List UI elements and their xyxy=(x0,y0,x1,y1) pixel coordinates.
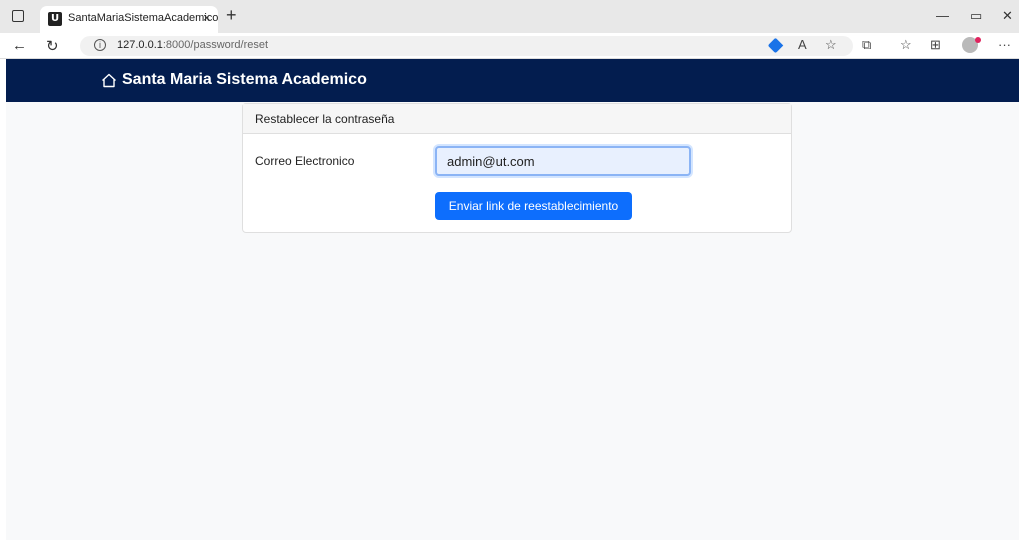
favorite-add-icon[interactable]: ☆ xyxy=(825,37,837,53)
notification-dot xyxy=(975,37,981,43)
home-icon xyxy=(102,73,116,87)
back-arrow-icon[interactable]: ← xyxy=(12,37,27,54)
brand-link[interactable]: Santa Maria Sistema Academico xyxy=(101,71,367,89)
url-box[interactable]: i 127.0.0.1:8000/password/reset xyxy=(80,36,853,56)
brand-text: Santa Maria Sistema Academico xyxy=(122,71,367,88)
email-label: Correo Electronico xyxy=(255,154,355,168)
extensions-icon[interactable]: ⧉ xyxy=(862,37,871,53)
tab-close-icon[interactable]: × xyxy=(203,10,211,25)
tab-favicon: U xyxy=(48,12,62,26)
tab-title: SantaMariaSistemaAcademico xyxy=(68,12,219,24)
site-info-icon[interactable]: i xyxy=(94,39,106,51)
new-tab-icon[interactable]: + xyxy=(226,5,237,26)
navbar: Santa Maria Sistema Academico xyxy=(6,59,1019,102)
minimize-icon[interactable]: — xyxy=(936,8,949,23)
reset-card: Restablecer la contraseña Correo Electro… xyxy=(242,103,792,233)
more-icon[interactable]: ··· xyxy=(998,37,1011,52)
page-content: Santa Maria Sistema Academico Restablece… xyxy=(6,59,1019,540)
close-icon[interactable]: ✕ xyxy=(1002,8,1013,24)
collections-icon[interactable]: ⊞ xyxy=(930,37,941,53)
favorites-icon[interactable]: ☆ xyxy=(900,37,912,53)
url-text[interactable]: 127.0.0.1:8000/password/reset xyxy=(117,39,268,51)
email-input[interactable] xyxy=(435,146,691,176)
address-bar: ← ↻ i 127.0.0.1:8000/password/reset A ☆ … xyxy=(0,33,1019,59)
tab-actions-icon[interactable] xyxy=(12,10,24,22)
send-reset-link-button[interactable]: Enviar link de reestablecimiento xyxy=(435,192,632,220)
restore-icon[interactable]: ▭ xyxy=(970,8,982,24)
card-header: Restablecer la contraseña xyxy=(243,104,791,134)
browser-tab[interactable]: U SantaMariaSistemaAcademico × xyxy=(40,6,218,33)
read-aloud-icon[interactable]: A xyxy=(798,37,807,52)
tab-bar: U SantaMariaSistemaAcademico × + — ▭ ✕ xyxy=(0,0,1019,33)
refresh-icon[interactable]: ↻ xyxy=(46,37,59,55)
